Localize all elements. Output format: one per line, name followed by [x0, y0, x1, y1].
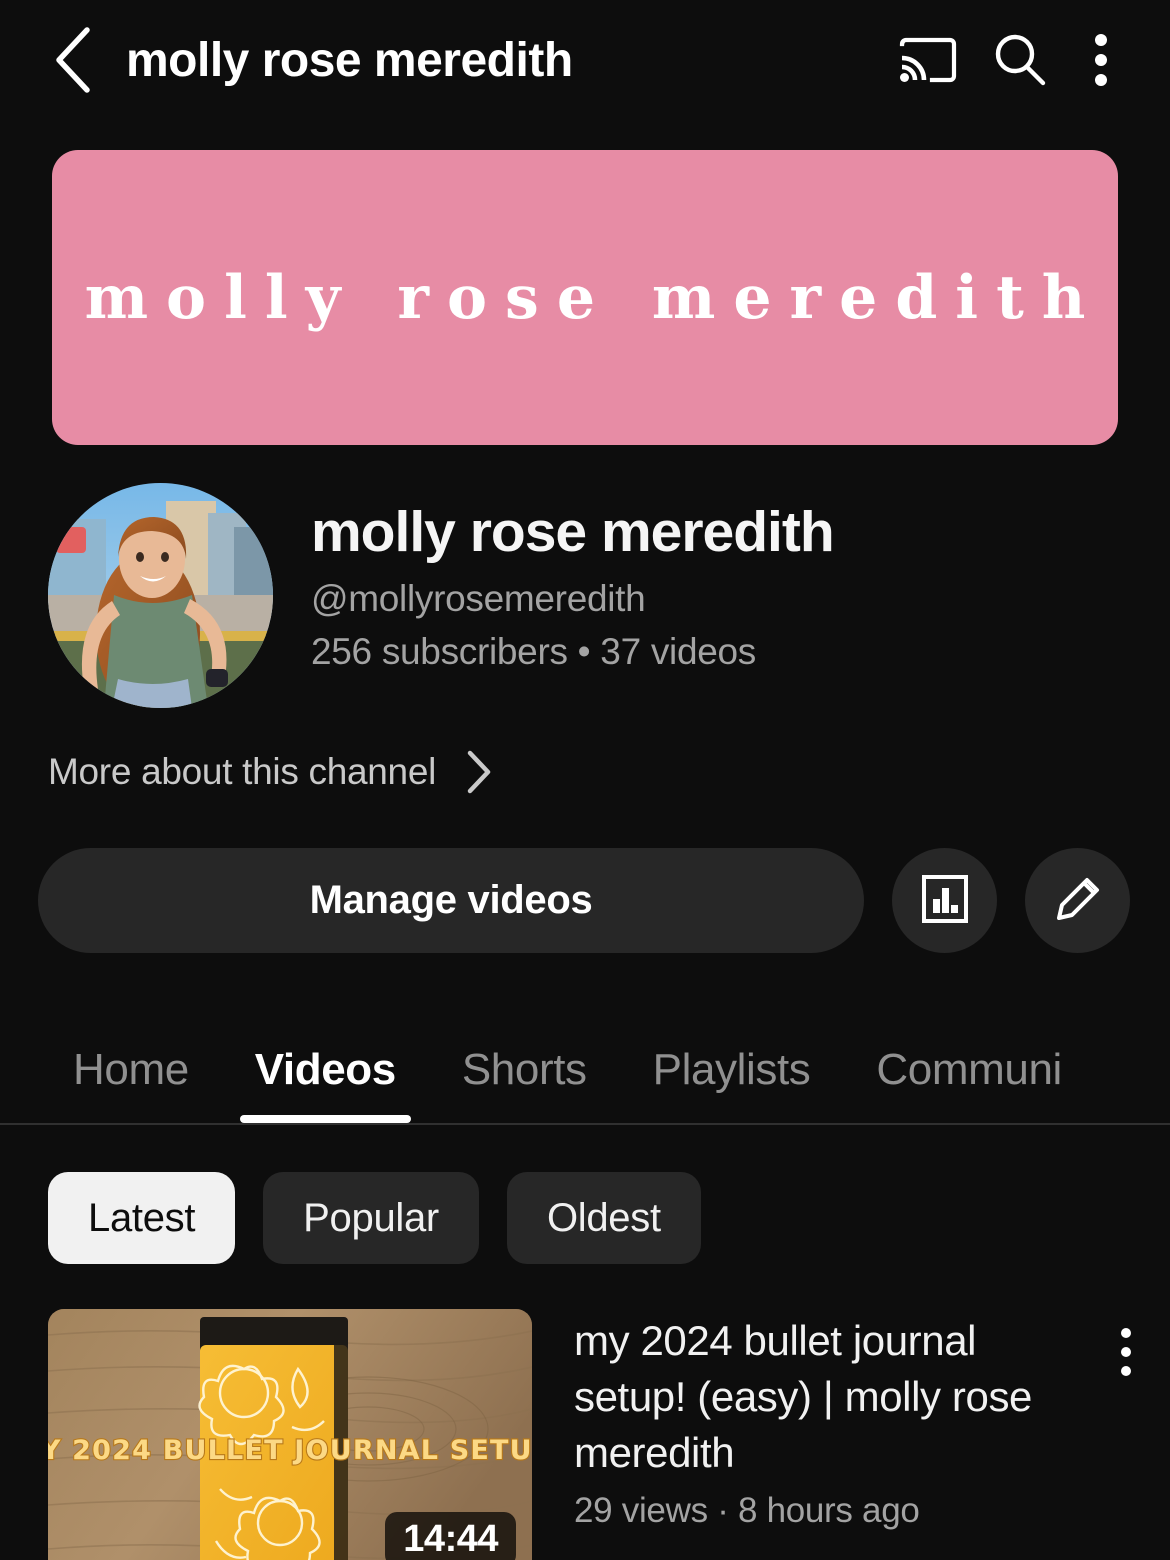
back-chevron-icon[interactable] — [40, 27, 104, 93]
tab-home[interactable]: Home — [40, 1045, 222, 1123]
page-title: molly rose meredith — [126, 33, 573, 87]
avatar[interactable] — [48, 483, 273, 708]
more-about-this-channel[interactable]: More about this channel — [0, 708, 1170, 796]
chip-latest[interactable]: Latest — [48, 1172, 236, 1264]
youtube-channel-page: molly rose meredith molly rose meredith … — [0, 0, 1170, 1560]
pencil-edit-icon — [1051, 872, 1105, 929]
channel-identity: molly rose meredith @mollyrosemeredith 2… — [0, 445, 1170, 708]
chip-oldest[interactable]: Oldest — [506, 1172, 701, 1264]
tab-videos[interactable]: Videos — [222, 1045, 429, 1123]
channel-action-row: Manage videos — [0, 796, 1170, 953]
chip-popular[interactable]: Popular — [263, 1172, 479, 1264]
analytics-bar-chart-icon — [918, 872, 972, 929]
tab-playlists[interactable]: Playlists — [620, 1045, 844, 1123]
channel-tabs: Home Videos Shorts Playlists Communi — [0, 1011, 1170, 1123]
channel-tabs-container: Home Videos Shorts Playlists Communi — [0, 1011, 1170, 1125]
video-meta: my 2024 bullet journal setup! (easy) | m… — [532, 1309, 1170, 1560]
channel-handle: @mollyrosemeredith — [311, 577, 646, 619]
channel-banner[interactable]: molly rose meredith — [52, 150, 1118, 445]
video-thumbnail[interactable]: MY 2024 BULLET JOURNAL SETUP! 14:44 — [48, 1309, 532, 1560]
more-about-label: More about this channel — [48, 751, 437, 792]
video-duration-badge: 14:44 — [385, 1512, 516, 1560]
video-more-vertical-icon[interactable] — [1096, 1317, 1156, 1387]
video-sort-chips: Latest Popular Oldest — [0, 1125, 1170, 1264]
search-icon[interactable] — [974, 14, 1066, 106]
video-list-item[interactable]: MY 2024 BULLET JOURNAL SETUP! 14:44 my 2… — [0, 1264, 1170, 1560]
top-app-bar: molly rose meredith — [0, 0, 1170, 120]
channel-stats: 256 subscribers • 37 videos — [311, 630, 756, 672]
banner-text: molly rose meredith — [84, 262, 1104, 333]
video-title[interactable]: my 2024 bullet journal setup! (easy) | m… — [574, 1313, 1170, 1481]
manage-videos-button[interactable]: Manage videos — [38, 848, 864, 953]
cast-icon[interactable] — [882, 14, 974, 106]
topbar-actions — [882, 14, 1136, 106]
identity-text-block: molly rose meredith @mollyrosemeredith 2… — [311, 483, 835, 673]
svg-text:MY 2024 BULLET JOURNAL SETUP!: MY 2024 BULLET JOURNAL SETUP! — [48, 1435, 532, 1466]
channel-name: molly rose meredith — [311, 500, 835, 564]
edit-channel-button[interactable] — [1025, 848, 1130, 953]
channel-banner-container: molly rose meredith — [0, 120, 1170, 445]
tab-shorts[interactable]: Shorts — [429, 1045, 620, 1123]
tabs-divider — [0, 1123, 1170, 1125]
tab-community[interactable]: Communi — [843, 1045, 1094, 1123]
video-stats: 29 views · 8 hours ago — [574, 1490, 920, 1530]
more-vertical-icon[interactable] — [1066, 14, 1136, 106]
chevron-right-icon — [464, 748, 494, 796]
analytics-button[interactable] — [892, 848, 997, 953]
